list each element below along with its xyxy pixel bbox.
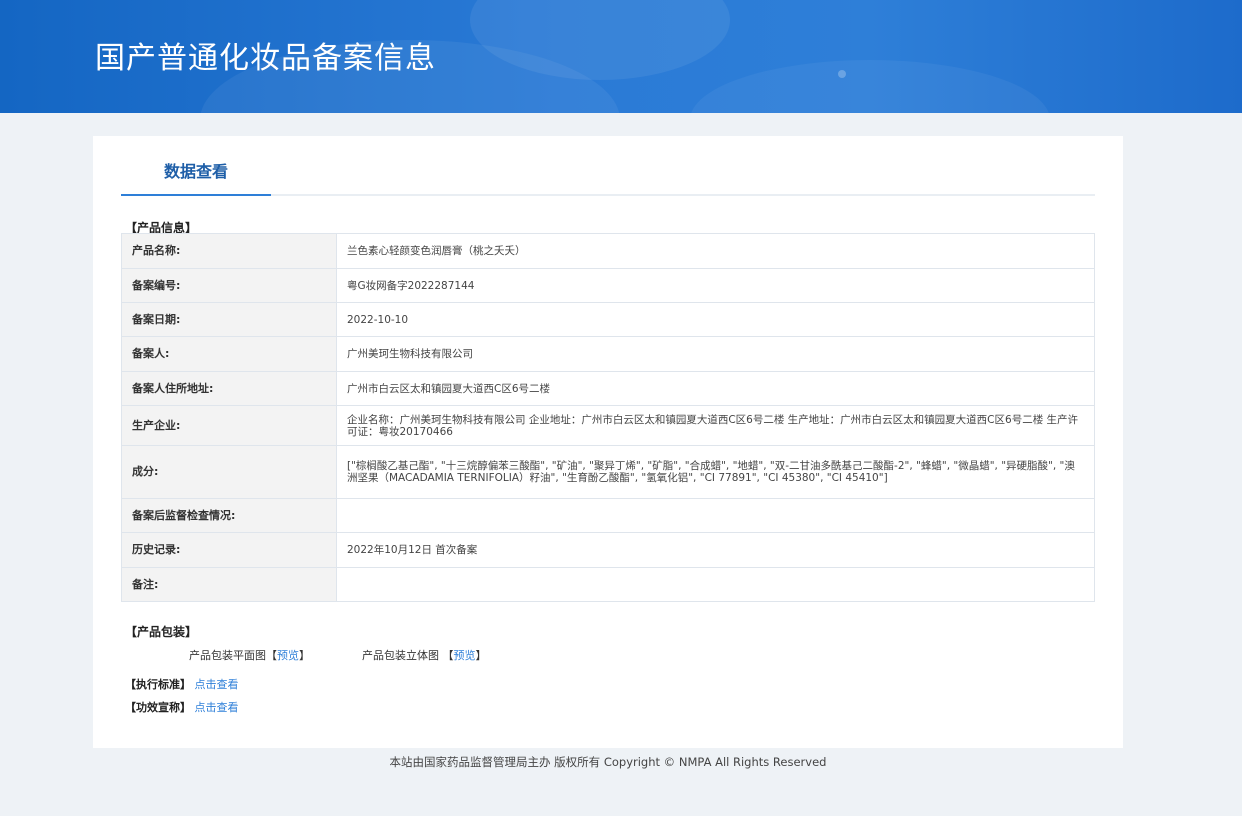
- page-header: 国产普通化妆品备案信息: [0, 0, 1242, 113]
- row-value: 广州美珂生物科技有限公司: [336, 336, 1095, 372]
- packaging-line: 产品包装平面图【预览】 产品包装立体图 【预览】: [189, 647, 487, 663]
- row-value: 企业名称：广州美珂生物科技有限公司 企业地址：广州市白云区太和镇园夏大道西C区6…: [336, 405, 1095, 446]
- table-row: 生产企业: 企业名称：广州美珂生物科技有限公司 企业地址：广州市白云区太和镇园夏…: [121, 405, 1095, 446]
- standard-line: 【执行标准】 点击查看: [125, 676, 239, 692]
- row-key: 生产企业:: [121, 405, 337, 446]
- table-row: 备案日期: 2022-10-10: [121, 302, 1095, 337]
- table-row: 备案人: 广州美珂生物科技有限公司: [121, 336, 1095, 372]
- row-value: [336, 498, 1095, 533]
- row-key: 备案编号:: [121, 268, 337, 303]
- table-row: 备案编号: 粤G妆网备字2022287144: [121, 268, 1095, 303]
- row-value: 2022年10月12日 首次备案: [336, 532, 1095, 568]
- row-key: 备注:: [121, 567, 337, 602]
- tab-data-view[interactable]: 数据查看: [121, 136, 271, 196]
- row-value: 2022-10-10: [336, 302, 1095, 337]
- packaging-solid-label: 产品包装立体图: [362, 649, 439, 662]
- table-row: 历史记录: 2022年10月12日 首次备案: [121, 532, 1095, 568]
- table-row: 备案人住所地址: 广州市白云区太和镇园夏大道西C区6号二楼: [121, 371, 1095, 406]
- row-value: 兰色素心轻颜变色润唇膏（桃之夭夭）: [336, 233, 1095, 269]
- packaging-flat: 产品包装平面图【预览】: [189, 647, 362, 663]
- section-packaging: 【产品包装】: [125, 625, 198, 639]
- row-key: 历史记录:: [121, 532, 337, 568]
- table-row: 备注:: [121, 567, 1095, 602]
- header-decoration: [690, 60, 1050, 113]
- content-card: 数据查看 【产品信息】 产品名称: 兰色素心轻颜变色润唇膏（桃之夭夭） 备案编号…: [93, 136, 1123, 748]
- section-standard: 【执行标准】: [125, 678, 191, 691]
- header-decoration: [838, 70, 846, 78]
- row-value: 广州市白云区太和镇园夏大道西C区6号二楼: [336, 371, 1095, 406]
- efficacy-view-link[interactable]: 点击查看: [195, 701, 239, 714]
- row-key: 备案日期:: [121, 302, 337, 337]
- row-key: 备案人:: [121, 336, 337, 372]
- packaging-solid: 产品包装立体图 【预览】: [362, 647, 487, 663]
- table-row: 产品名称: 兰色素心轻颜变色润唇膏（桃之夭夭）: [121, 233, 1095, 269]
- solid-preview-link[interactable]: 预览: [454, 649, 476, 662]
- page-footer: 本站由国家药品监督管理局主办 版权所有 Copyright © NMPA All…: [389, 755, 827, 769]
- bracket: 】: [475, 649, 487, 662]
- section-efficacy: 【功效宣称】: [125, 701, 191, 714]
- standard-view-link[interactable]: 点击查看: [195, 678, 239, 691]
- flat-preview-link[interactable]: 预览: [277, 649, 299, 662]
- row-key: 成分:: [121, 445, 337, 499]
- page-title: 国产普通化妆品备案信息: [95, 41, 436, 76]
- tab-bar: 数据查看: [121, 136, 1095, 196]
- row-key: 备案人住所地址:: [121, 371, 337, 406]
- bracket: 】: [299, 649, 310, 662]
- product-info-table: 产品名称: 兰色素心轻颜变色润唇膏（桃之夭夭） 备案编号: 粤G妆网备字2022…: [121, 233, 1095, 602]
- row-value: 粤G妆网备字2022287144: [336, 268, 1095, 303]
- row-value: [336, 567, 1095, 602]
- efficacy-line: 【功效宣称】 点击查看: [125, 699, 239, 715]
- row-key: 备案后监督检查情况:: [121, 498, 337, 533]
- bracket: 【: [442, 649, 454, 662]
- table-row: 成分: ["棕榈酸乙基己酯", "十三烷醇偏苯三酸酯", "矿油", "聚异丁烯…: [121, 445, 1095, 499]
- packaging-flat-label: 产品包装平面图: [189, 649, 266, 662]
- row-value: ["棕榈酸乙基己酯", "十三烷醇偏苯三酸酯", "矿油", "聚异丁烯", "…: [336, 445, 1095, 499]
- table-row: 备案后监督检查情况:: [121, 498, 1095, 533]
- bracket: 【: [266, 649, 277, 662]
- row-key: 产品名称:: [121, 233, 337, 269]
